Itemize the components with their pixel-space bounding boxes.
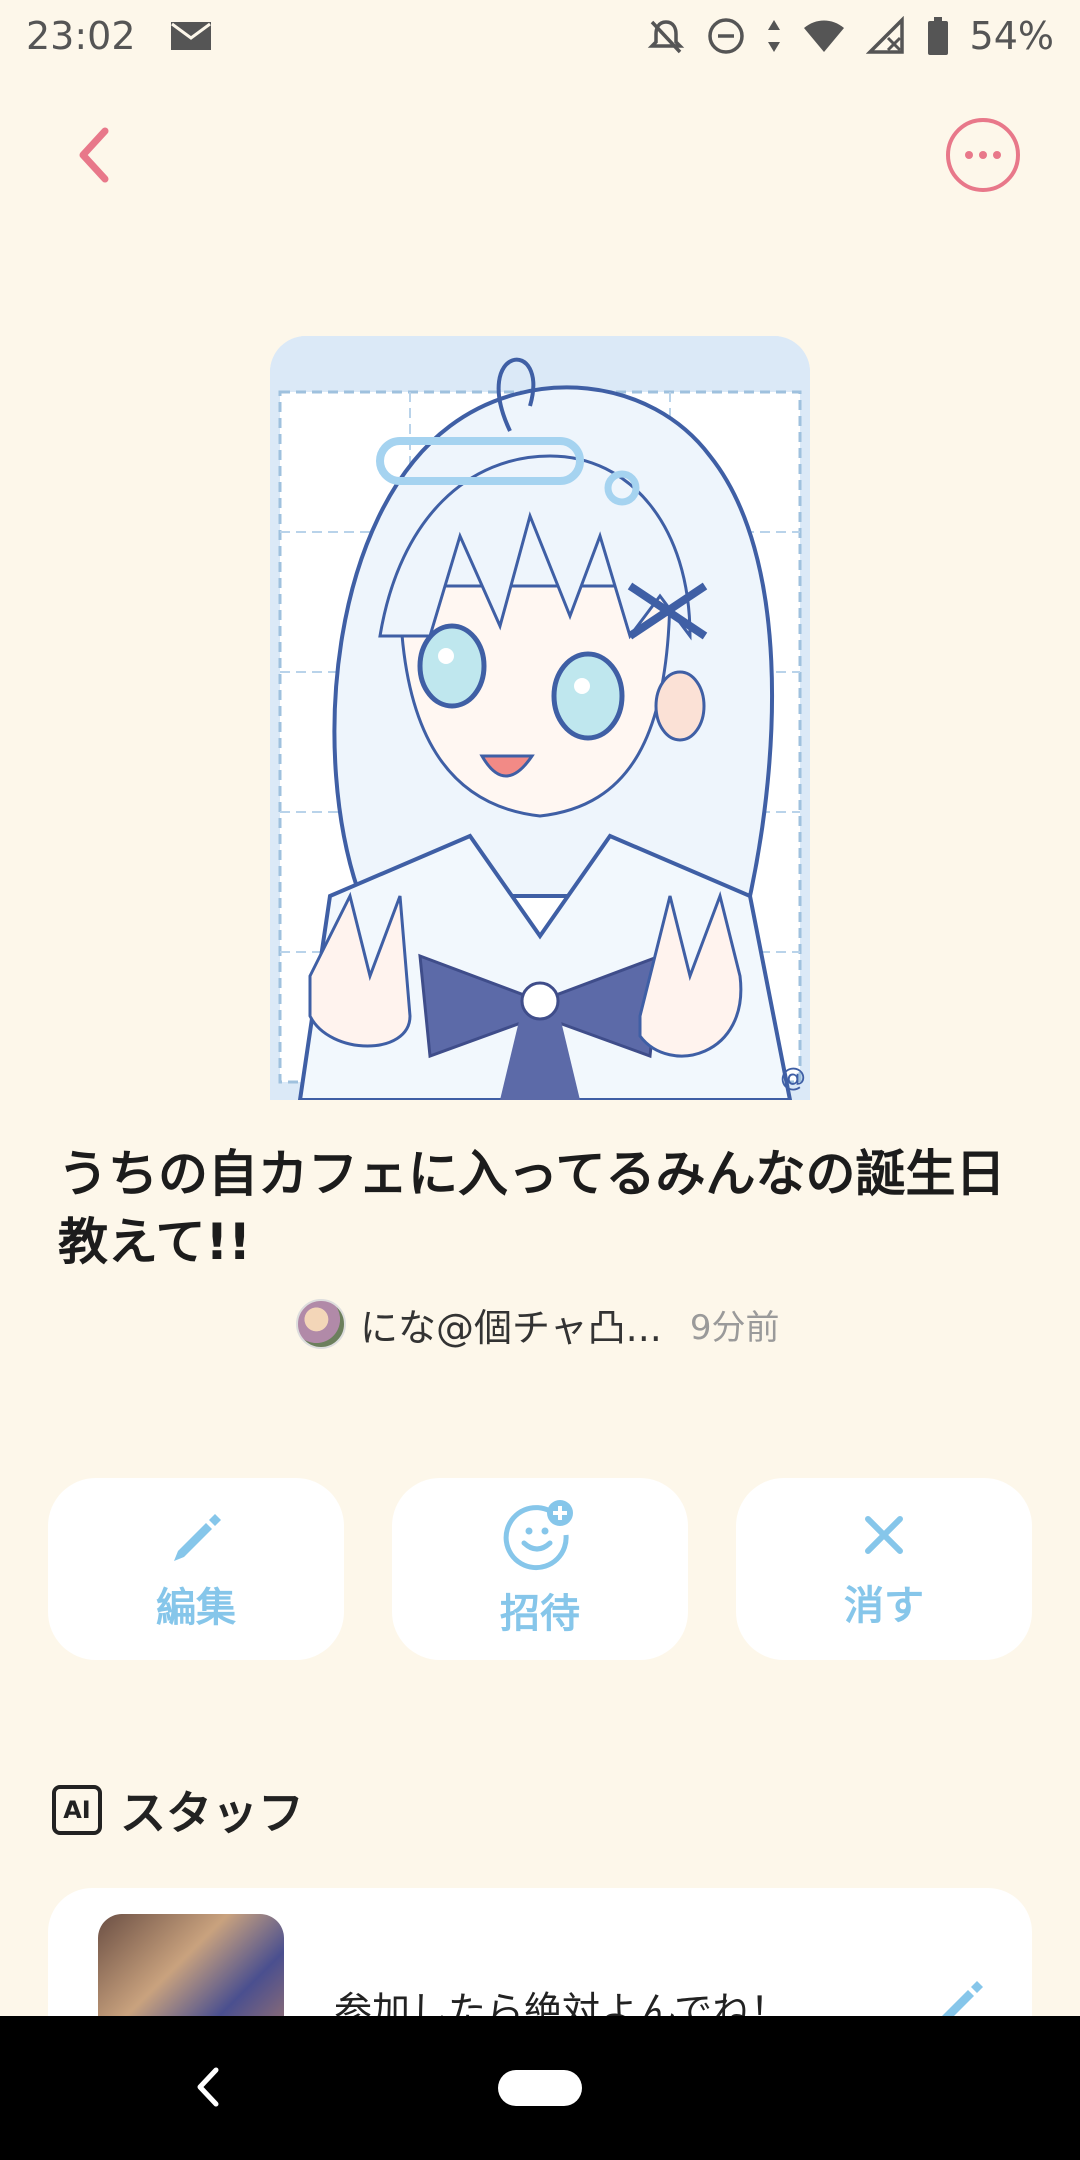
edit-button[interactable]: 編集 — [48, 1478, 344, 1660]
edit-label: 編集 — [156, 1585, 236, 1631]
delete-label: 消す — [844, 1583, 924, 1629]
cover-watermark: @ — [780, 1063, 806, 1093]
delete-button[interactable]: 消す — [736, 1478, 1032, 1660]
bell-off-icon — [646, 16, 686, 56]
more-options-button[interactable] — [946, 118, 1020, 192]
dnd-icon — [706, 16, 746, 56]
mail-icon — [170, 21, 212, 51]
battery-percent: 54% — [969, 14, 1054, 58]
clock: 23:02 — [26, 14, 136, 58]
post-title: うちの自カフェに入ってるみんなの誕生日教えて!! — [58, 1145, 1006, 1271]
close-icon — [865, 1516, 903, 1554]
action-buttons: 編集 招待 消す — [48, 1478, 1032, 1660]
chevron-left-icon — [79, 127, 109, 183]
pencil-icon — [174, 1514, 221, 1561]
back-button[interactable] — [60, 120, 130, 190]
wifi-icon — [802, 16, 846, 56]
battery-icon — [926, 16, 950, 56]
staff-section-header: AI スタッフ — [52, 1780, 304, 1840]
ai-badge-icon: AI — [52, 1785, 102, 1835]
author-row[interactable]: にな@個チャ凸... 9分前 — [296, 1296, 780, 1352]
data-arrows-icon — [766, 16, 782, 56]
invite-button[interactable]: 招待 — [392, 1478, 688, 1660]
avatar[interactable] — [296, 1299, 346, 1349]
invite-smile-icon — [503, 1500, 573, 1571]
top-nav — [0, 110, 1080, 200]
home-pill-button[interactable] — [498, 2070, 582, 2106]
system-nav-bar — [0, 2016, 1080, 2160]
more-horizontal-icon — [965, 151, 973, 159]
status-bar: 23:02 54% — [0, 0, 1080, 72]
post-cover-image: @ — [270, 336, 810, 1100]
invite-label: 招待 — [500, 1591, 580, 1637]
author-name[interactable]: にな@個チャ凸... — [360, 1297, 662, 1352]
section-title: スタッフ — [120, 1786, 304, 1840]
signal-off-icon — [865, 16, 906, 56]
post-time: 9分前 — [689, 1307, 780, 1348]
system-back-icon[interactable] — [188, 2062, 228, 2112]
